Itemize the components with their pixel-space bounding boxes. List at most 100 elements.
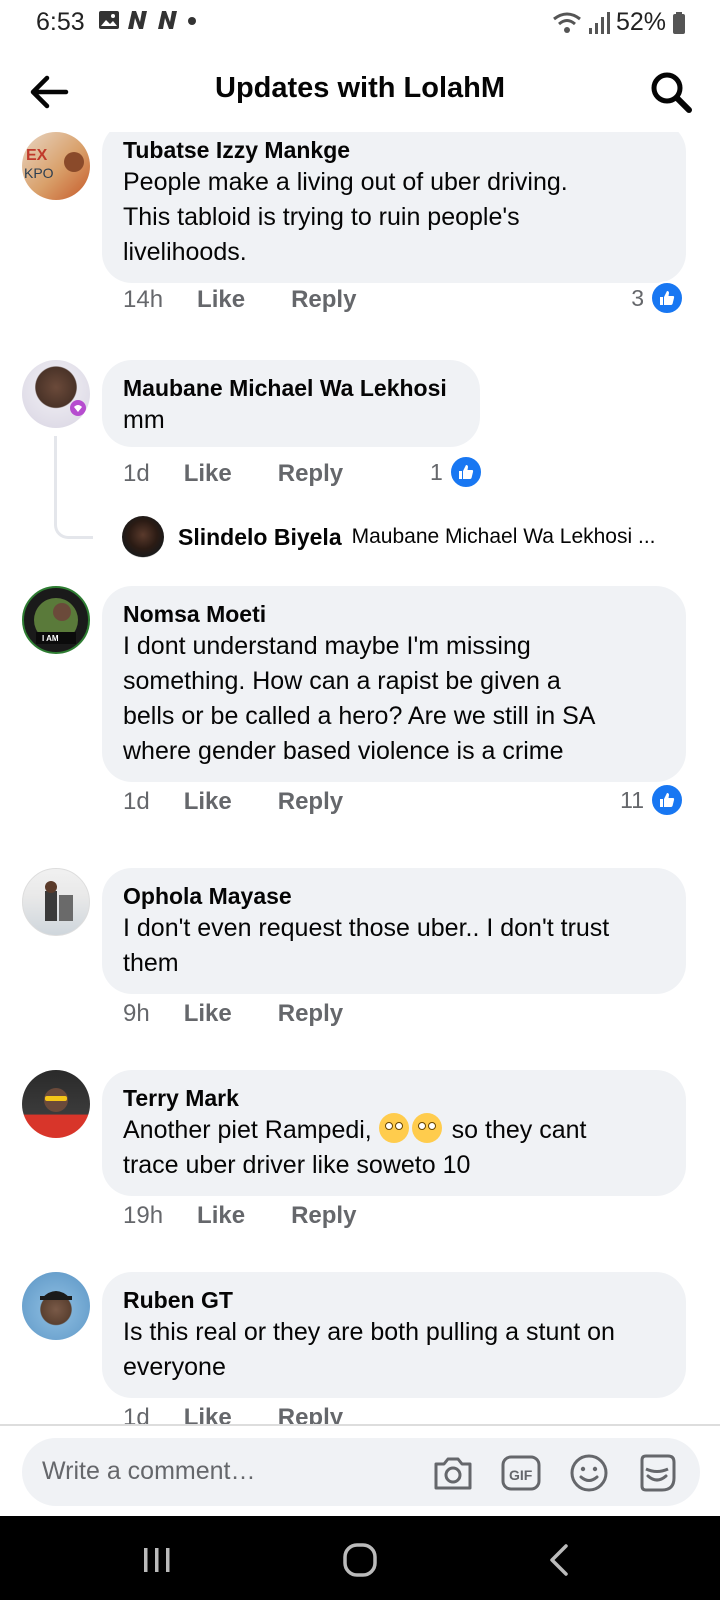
comment-time: 14h: [123, 286, 164, 313]
reply-author[interactable]: Slindelo Biyela: [178, 524, 342, 551]
avatar[interactable]: I AM: [22, 586, 90, 654]
comment-author[interactable]: Terry Mark: [123, 1083, 666, 1113]
comment-text-line: livelihoods.: [123, 238, 247, 266]
gif-icon[interactable]: GIF: [500, 1452, 542, 1494]
comment-text-line: everyone: [123, 1353, 226, 1381]
top-bar: Updates with LolahM: [0, 52, 720, 132]
comment-time: 1d: [123, 788, 150, 815]
comment-author[interactable]: Nomsa Moeti: [123, 599, 666, 629]
like-button[interactable]: Like: [184, 1404, 232, 1424]
thumbs-up-icon: [650, 783, 684, 817]
comment-text-line: People make a living out of uber driving…: [123, 168, 568, 196]
avatar[interactable]: EX KPO: [22, 132, 90, 200]
reply-button[interactable]: Reply: [291, 1202, 356, 1230]
like-button[interactable]: Like: [184, 1000, 232, 1028]
comment-author[interactable]: Ophola Mayase: [123, 881, 666, 911]
comment-bubble[interactable]: Nomsa Moeti I dont understand maybe I'm …: [102, 586, 686, 782]
thread-line: [54, 436, 93, 539]
eye-roll-emoji: [378, 1113, 409, 1143]
comment-text-line: something. How can a rapist be given a: [123, 667, 561, 695]
reaction-count[interactable]: 1: [430, 455, 483, 489]
like-button[interactable]: Like: [197, 286, 245, 314]
comment-time: 1d: [123, 1404, 150, 1424]
comment-time: 9h: [123, 1000, 150, 1027]
svg-text:KPO: KPO: [24, 165, 54, 181]
comment-actions: 1d Like Reply: [123, 460, 389, 488]
comment-actions: 9h Like Reply: [123, 1000, 389, 1028]
reply-button[interactable]: Reply: [291, 286, 356, 314]
svg-text:GIF: GIF: [509, 1467, 533, 1483]
reply-button[interactable]: Reply: [278, 788, 343, 816]
search-icon[interactable]: [648, 69, 694, 115]
news-n-icon: [158, 11, 177, 29]
recent-apps-icon[interactable]: [137, 1540, 177, 1580]
svg-text:EX: EX: [26, 147, 48, 164]
reply-preview[interactable]: Slindelo Biyela Maubane Michael Wa Lekho…: [122, 516, 655, 558]
comment-text-line: This tabloid is trying to ruin people's: [123, 203, 520, 231]
comment-author[interactable]: Maubane Michael Wa Lekhosi: [123, 373, 460, 403]
camera-icon[interactable]: [432, 1452, 474, 1494]
comment-author[interactable]: Tubatse Izzy Mankge: [123, 135, 666, 165]
comment-text-line: I don't even request those uber.. I don'…: [123, 914, 610, 942]
comment-bubble[interactable]: Terry Mark Another piet Rampedi, so they…: [102, 1070, 686, 1196]
avatar[interactable]: [22, 360, 90, 428]
like-button[interactable]: Like: [184, 788, 232, 816]
avatar[interactable]: [22, 868, 90, 936]
comment-time: 1d: [123, 460, 150, 487]
comments-feed[interactable]: EX KPO Tubatse Izzy Mankge People make a …: [0, 132, 720, 1424]
comment-input[interactable]: Write a comment… GIF: [22, 1438, 700, 1506]
status-right: 52%: [552, 8, 686, 37]
home-icon[interactable]: [340, 1540, 380, 1580]
dot-icon: [188, 17, 196, 25]
comment-text-line: I dont understand maybe I'm missing: [123, 632, 531, 660]
comment-actions: 1d Like Reply: [123, 788, 389, 816]
comment-author[interactable]: Ruben GT: [123, 1285, 666, 1315]
signal-icon: [588, 11, 610, 34]
comment-text-line: bells or be called a hero? Are we still …: [123, 702, 596, 730]
reaction-count[interactable]: 11: [620, 783, 684, 817]
comment-text-fragment: Another piet Rampedi,: [123, 1116, 372, 1144]
comment-bubble[interactable]: Ruben GT Is this real or they are both p…: [102, 1272, 686, 1398]
reaction-count[interactable]: 3: [631, 281, 684, 315]
svg-text:I AM: I AM: [42, 634, 59, 643]
comment-text-line: mm: [123, 406, 165, 434]
comment-actions: 14h Like Reply: [123, 286, 402, 314]
comment-text-line: them: [123, 949, 179, 977]
system-nav-bar: [0, 1516, 720, 1600]
reaction-number: 1: [430, 458, 443, 485]
like-button[interactable]: Like: [184, 460, 232, 488]
comment-text-line: Another piet Rampedi, so they cant: [123, 1113, 666, 1148]
battery-icon: [673, 11, 685, 34]
status-bar: 6:53 52%: [0, 0, 720, 46]
reply-button[interactable]: Reply: [278, 1000, 343, 1028]
sticker-icon[interactable]: [636, 1452, 678, 1494]
back-nav-icon[interactable]: [540, 1540, 580, 1580]
reply-text: Maubane Michael Wa Lekhosi ...: [351, 525, 656, 548]
avatar[interactable]: [22, 1272, 90, 1340]
comment-placeholder: Write a comment…: [42, 1457, 256, 1485]
page-title: Updates with LolahM: [215, 72, 505, 104]
thumbs-up-icon: [448, 455, 483, 489]
comment-text-fragment: so they cant: [451, 1116, 587, 1144]
comment-text-line: where gender based violence is a crime: [123, 737, 564, 765]
reaction-number: 3: [631, 284, 644, 311]
emoji-icon[interactable]: [568, 1452, 610, 1494]
reply-button[interactable]: Reply: [278, 460, 343, 488]
like-button[interactable]: Like: [197, 1202, 245, 1230]
status-time: 6:53: [36, 8, 85, 36]
comment-time: 19h: [123, 1202, 164, 1229]
gallery-icon: [99, 11, 119, 29]
reply-button[interactable]: Reply: [278, 1404, 343, 1424]
comment-bubble[interactable]: Ophola Mayase I don't even request those…: [102, 868, 686, 994]
avatar[interactable]: [122, 516, 164, 558]
avatar[interactable]: [22, 1070, 90, 1138]
comment-bubble[interactable]: Maubane Michael Wa Lekhosi mm: [102, 360, 480, 447]
eye-roll-emoji: [411, 1113, 442, 1143]
comment-bubble[interactable]: Tubatse Izzy Mankge People make a living…: [102, 132, 686, 283]
notification-icons: [98, 9, 198, 31]
thumbs-up-icon: [650, 281, 684, 315]
comment-composer: Write a comment… GIF: [0, 1424, 720, 1518]
wifi-icon: [553, 12, 581, 33]
comment-actions: 1d Like Reply: [123, 1404, 389, 1424]
reaction-number: 11: [620, 786, 644, 813]
